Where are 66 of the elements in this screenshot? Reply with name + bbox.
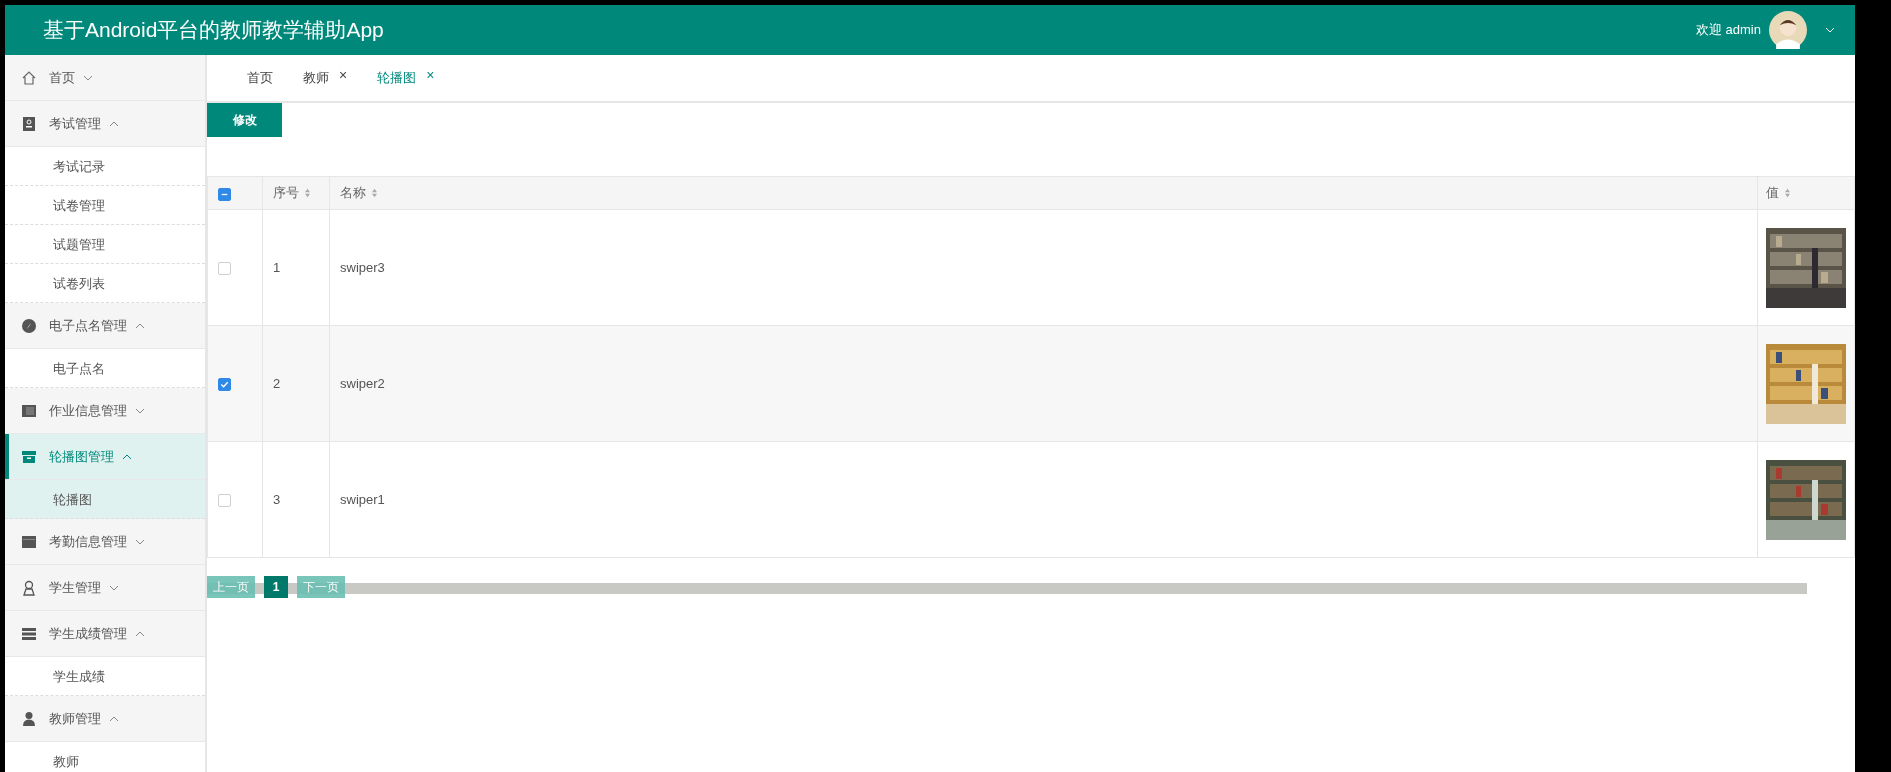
menu-item[interactable]: 电子点名 — [5, 349, 205, 388]
chevron-down-icon — [83, 74, 93, 81]
menu-item[interactable]: 学生成绩 — [5, 657, 205, 696]
column-header[interactable]: 名称 — [340, 184, 366, 202]
row-checkbox[interactable] — [218, 262, 231, 276]
menu-group[interactable]: 首页 — [5, 55, 205, 101]
table-cell: 3 — [273, 492, 281, 507]
chevron-down-icon — [135, 538, 145, 545]
menu-item[interactable]: 试卷管理 — [5, 186, 205, 225]
chevron-down-icon[interactable] — [1825, 27, 1835, 33]
menu-item[interactable]: 教师 — [5, 742, 205, 772]
archive-icon — [21, 448, 37, 465]
menu-group-label: 教师管理 — [49, 709, 101, 728]
chevron-down-icon — [135, 407, 145, 414]
chevron-up-icon — [109, 120, 119, 127]
person-outline-icon — [21, 579, 37, 596]
column-header[interactable]: 值 — [1766, 184, 1779, 202]
row-checkbox[interactable] — [218, 494, 231, 508]
menu-item[interactable]: 试卷列表 — [5, 264, 205, 303]
check-icon — [219, 379, 230, 391]
select-all-checkbox[interactable] — [218, 187, 231, 201]
table-cell: swiper3 — [340, 260, 385, 275]
menu-group-label: 首页 — [49, 68, 75, 87]
row-checkbox[interactable] — [218, 378, 231, 392]
table-cell: swiper2 — [340, 376, 385, 391]
list-icon — [21, 625, 37, 642]
menu-item[interactable]: 轮播图 — [5, 480, 205, 519]
sort-icon[interactable] — [371, 188, 378, 198]
sort-icon[interactable] — [1784, 188, 1791, 198]
tab[interactable]: 轮播图 × — [377, 69, 447, 87]
menu-group[interactable]: 考勤信息管理 — [5, 519, 205, 565]
welcome-text: 欢迎 admin — [1695, 21, 1761, 39]
avatar-icon[interactable] — [1769, 11, 1807, 49]
menu-group-label: 考试管理 — [49, 114, 101, 133]
close-icon[interactable]: × — [339, 69, 348, 81]
chevron-up-icon — [122, 453, 132, 460]
menu-group-label: 轮播图管理 — [49, 447, 114, 466]
app-title: 基于Android平台的教师教学辅助App — [43, 17, 384, 43]
tab[interactable]: 首页 — [247, 69, 285, 87]
compass-icon — [21, 317, 37, 334]
chevron-down-icon — [109, 584, 119, 591]
menu-group-label: 学生管理 — [49, 578, 101, 597]
panel-icon — [21, 402, 37, 419]
chevron-up-icon — [135, 630, 145, 637]
edit-button[interactable]: 修改 — [207, 103, 282, 137]
menu-item[interactable]: 试题管理 — [5, 225, 205, 264]
close-icon[interactable]: × — [426, 69, 435, 81]
menu-group[interactable]: 学生管理 — [5, 565, 205, 611]
chevron-up-icon — [135, 322, 145, 329]
menu-group-label: 考勤信息管理 — [49, 532, 127, 551]
menu-group[interactable]: 轮播图管理 — [5, 434, 205, 480]
box-icon — [21, 533, 37, 550]
sort-icon[interactable] — [304, 188, 311, 198]
menu-item[interactable]: 考试记录 — [5, 147, 205, 186]
menu-group-label: 学生成绩管理 — [49, 624, 127, 643]
table-cell: 1 — [273, 260, 281, 275]
page-button[interactable]: 1 — [264, 576, 288, 598]
table-cell: swiper1 — [340, 492, 385, 507]
table-cell: 2 — [273, 376, 281, 391]
person-icon — [21, 710, 37, 727]
home-icon — [21, 69, 37, 86]
menu-group-label: 作业信息管理 — [49, 401, 127, 420]
menu-group-label: 电子点名管理 — [49, 316, 127, 335]
card-icon — [21, 115, 37, 132]
tab[interactable]: 教师 × — [303, 69, 360, 87]
chevron-up-icon — [109, 715, 119, 722]
